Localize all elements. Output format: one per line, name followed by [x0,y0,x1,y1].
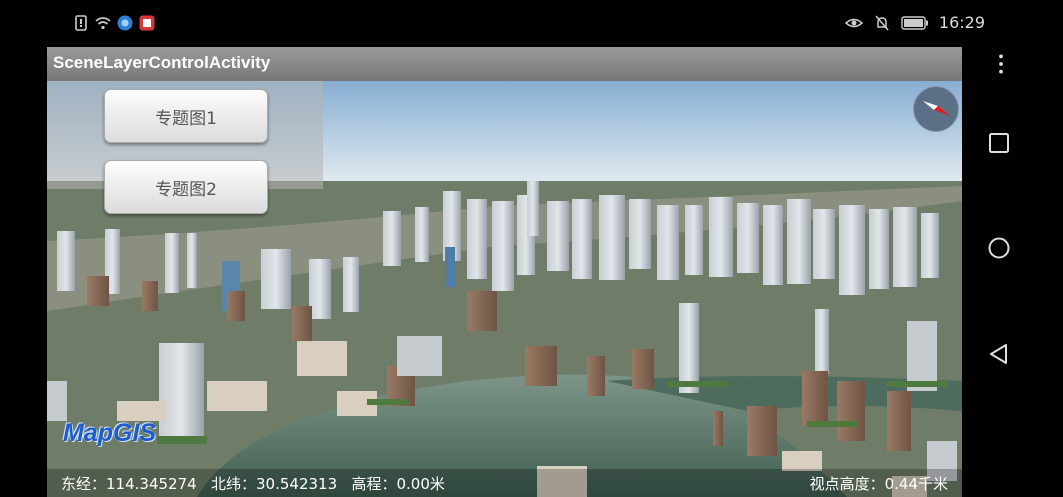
view-height-readout: 视点高度：0.44千米 [810,473,948,494]
elevation-label: 高程： [351,475,397,493]
view-height-value: 0.44千米 [884,475,948,493]
browser-icon [117,15,133,31]
wifi-icon [95,17,111,30]
notification-app-icon [139,15,155,31]
battery-icon [901,15,928,30]
coordinate-readout: 东经：114.345274 北纬：30.542313 高程：0.00米 [61,473,445,494]
sim-icon [75,15,87,31]
mapgis-logo: MapGIS [63,419,157,447]
home-icon[interactable] [988,237,1010,259]
status-time: 16:29 [938,13,985,32]
thematic-map-1-button[interactable]: 专题图1 [104,89,268,143]
status-bar: 16:29 [0,0,1063,47]
compass-icon [923,101,950,116]
status-right: 16:29 [844,13,985,32]
more-icon[interactable] [990,53,1012,75]
navigation-bar [962,47,1063,497]
thematic-map-2-button[interactable]: 专题图2 [104,160,268,214]
back-icon[interactable] [988,343,1010,365]
longitude-label: 东经： [61,475,107,493]
eye-icon [844,18,863,27]
coordinate-info-bar: 东经：114.345274 北纬：30.542313 高程：0.00米 视点高度… [47,469,962,497]
page-title: SceneLayerControlActivity [53,53,271,72]
mute-icon [875,15,889,30]
title-bar: SceneLayerControlActivity [47,47,962,81]
layer-control-panel: 专题图1 专题图2 [47,81,323,214]
view-height-label: 视点高度： [809,475,885,493]
recents-icon[interactable] [988,132,1010,154]
compass-button[interactable] [913,86,959,132]
app-window: SceneLayerControlActivity 专题图1 专题图2 MapG… [47,47,962,497]
map-scene-3d[interactable]: 专题图1 专题图2 MapGIS 东经：114.345274 北纬：30.542… [47,81,962,497]
latitude-label: 北纬： [211,475,257,493]
status-left-icons [72,14,156,32]
latitude-value: 30.542313 [256,475,338,493]
longitude-value: 114.345274 [106,475,197,493]
elevation-value: 0.00米 [396,475,445,493]
